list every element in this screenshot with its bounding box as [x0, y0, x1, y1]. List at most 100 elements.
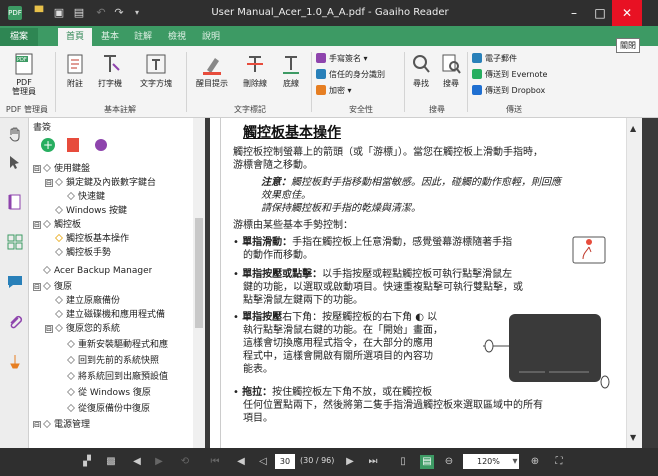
tab-view[interactable]: 檢視 [160, 28, 194, 46]
tree-node[interactable]: ⊟ 觸控板 [33, 218, 81, 232]
maximize-button[interactable]: □ [586, 0, 614, 26]
rotate-icon[interactable]: ⟲ [178, 455, 192, 469]
minimize-button[interactable]: – [560, 0, 588, 26]
single-page-icon[interactable]: ▯ [396, 455, 410, 469]
tree-node-label: 回到先前的系統快照 [78, 356, 160, 366]
encrypt-button[interactable]: 加密 ▾ [316, 84, 352, 98]
scroll-up-icon[interactable]: ▲ [630, 124, 636, 133]
document-scrollbar[interactable]: ▲ ▼ [626, 118, 642, 448]
textbox-button[interactable]: 文字方塊 [134, 52, 178, 89]
previous-page-icon[interactable]: ◀ [234, 455, 248, 469]
panel-scrollbar[interactable] [193, 118, 205, 448]
tree-node[interactable]: 觸控板手勢 [55, 246, 111, 260]
full-screen-icon[interactable]: ⛶ [552, 455, 566, 469]
tab-file[interactable]: 檔案 [0, 28, 39, 46]
bookmark-icon [67, 356, 75, 364]
find-button[interactable]: 尋找 [408, 52, 434, 89]
previous-view-icon[interactable]: ◀ [130, 455, 144, 469]
tree-node[interactable]: 從 Windows 復原 [67, 386, 151, 400]
handwriting-sign-button[interactable]: 手寫簽名 ▾ [316, 52, 368, 66]
tree-node[interactable]: 重新安裝驅動程式和應 [67, 338, 195, 352]
bookmark-icon [67, 192, 75, 200]
tree-node[interactable]: 快速鍵 [67, 190, 105, 204]
tree-node[interactable]: ⊟ 使用鍵盤 [33, 162, 90, 176]
collapse-toggle-icon[interactable]: ⊟ [33, 221, 41, 229]
comments-icon[interactable] [7, 274, 23, 290]
bookmark-options-icon[interactable] [95, 139, 107, 151]
strikeout-button[interactable]: 刪除線 [238, 52, 272, 89]
first-page-icon[interactable]: ⏮ [208, 455, 222, 469]
zoom-dropdown-icon[interactable]: ▾ [508, 455, 522, 469]
print-icon[interactable]: ▤ [72, 6, 86, 20]
textbox-label: 文字方塊 [140, 79, 172, 88]
tree-node[interactable]: 建立磁碟機和應用程式備 [55, 308, 195, 322]
collapse-toggle-icon[interactable]: ⊟ [33, 165, 41, 173]
trusted-id-button[interactable]: 信任的身分識別 [316, 68, 385, 82]
fit-page-icon[interactable]: ▞ [80, 455, 94, 469]
open-folder-icon[interactable]: ▀ [32, 6, 46, 20]
fit-width-icon[interactable]: ▩ [104, 455, 118, 469]
thumbnails-icon[interactable] [7, 234, 23, 250]
tree-node[interactable]: ⊟ 電源管理 [33, 418, 90, 428]
bookmarks-icon[interactable] [7, 194, 23, 210]
customize-toolbar-icon[interactable]: ▾ [130, 6, 144, 20]
text-line: 右下角：按壓觸控板的右下角 [282, 312, 413, 323]
continuous-page-icon[interactable]: ▤ [420, 455, 434, 469]
tree-node[interactable]: ⊟ 鎖定鍵及內嵌數字鍵台 [45, 176, 156, 190]
scroll-down-icon[interactable]: ▼ [630, 433, 636, 442]
select-tool-icon[interactable] [7, 154, 23, 170]
tree-node-selected[interactable]: 觸控板基本操作 [55, 232, 130, 246]
collapse-toggle-icon[interactable]: ⊟ [45, 325, 53, 333]
next-view-icon[interactable]: ▶ [152, 455, 166, 469]
tree-node[interactable]: 將系統回到出廠預設值 [67, 370, 195, 384]
panel-scroll-thumb[interactable] [195, 218, 203, 328]
page-back-icon[interactable]: ◁ [256, 455, 270, 469]
attachments-icon[interactable] [7, 314, 23, 330]
send-dropbox-label: 傳送到 Dropbox [485, 86, 546, 95]
zoom-in-icon[interactable]: ⊕ [528, 455, 542, 469]
tab-help[interactable]: 說明 [194, 28, 228, 46]
email-button[interactable]: 電子郵件 [472, 52, 517, 66]
collapse-toggle-icon[interactable]: ⊟ [33, 421, 41, 428]
send-dropbox-button[interactable]: 傳送到 Dropbox [472, 84, 545, 98]
redo-icon[interactable]: ↷ [112, 6, 126, 20]
tree-node[interactable]: Windows 按鍵 [55, 204, 127, 218]
send-evernote-button[interactable]: 傳送到 Evernote [472, 68, 547, 82]
signatures-icon[interactable] [7, 354, 23, 370]
save-icon[interactable]: ▣ [52, 6, 66, 20]
underline-button[interactable]: 底線 [276, 52, 306, 89]
hand-tool-icon[interactable] [7, 126, 23, 142]
tab-basic[interactable]: 基本 [93, 28, 127, 46]
tab-comment[interactable]: 註解 [126, 28, 160, 46]
zoom-out-icon[interactable]: ⊖ [442, 455, 456, 469]
note-button[interactable]: 附註 [60, 52, 90, 89]
highlight-button[interactable]: 醒目提示 [192, 52, 232, 89]
tab-home[interactable]: 首頁 [58, 28, 93, 46]
tree-node[interactable]: 建立原廠備份 [55, 294, 120, 308]
group-divider [186, 52, 187, 112]
last-page-icon[interactable]: ⏭ [366, 455, 380, 469]
tree-node-label: 建立原廠備份 [66, 296, 121, 306]
tree-node[interactable]: 回到先前的系統快照 [67, 354, 195, 368]
dropbox-icon [472, 85, 482, 95]
typewriter-button[interactable]: 打字機 [93, 52, 127, 89]
pdf-manager-button[interactable]: PDF PDF 管理員 [6, 52, 42, 96]
next-page-icon[interactable]: ▶ [343, 455, 357, 469]
tree-node[interactable]: Acer Backup Manager [43, 264, 152, 278]
tree-node[interactable]: ⊟ 復原 [33, 280, 72, 294]
add-bookmark-icon[interactable]: + [41, 138, 55, 152]
tree-node[interactable]: 從復原備份中復原 [67, 402, 150, 416]
text-line: 項目。 [243, 413, 273, 424]
text-line: 的動作而移動。 [243, 250, 313, 261]
collapse-toggle-icon[interactable]: ⊟ [45, 179, 53, 187]
page-number-input[interactable]: 30 [275, 454, 295, 469]
lock-icon [316, 85, 326, 95]
collapse-toggle-icon[interactable]: ⊟ [33, 283, 41, 291]
encrypt-label: 加密 [329, 86, 345, 95]
close-button[interactable]: ✕ [612, 0, 642, 26]
undo-icon[interactable]: ↶ [94, 6, 108, 20]
search-button[interactable]: 搜尋 [438, 52, 464, 89]
delete-bookmark-icon[interactable] [67, 138, 79, 152]
bullet-right-corner: • 單指按壓右下角：按壓觸控板的右下角 ◐ 以 執行點擊滑鼠右鍵的功能。在「開始… [233, 311, 503, 376]
tree-node[interactable]: ⊟ 復原您的系統 [45, 322, 120, 336]
